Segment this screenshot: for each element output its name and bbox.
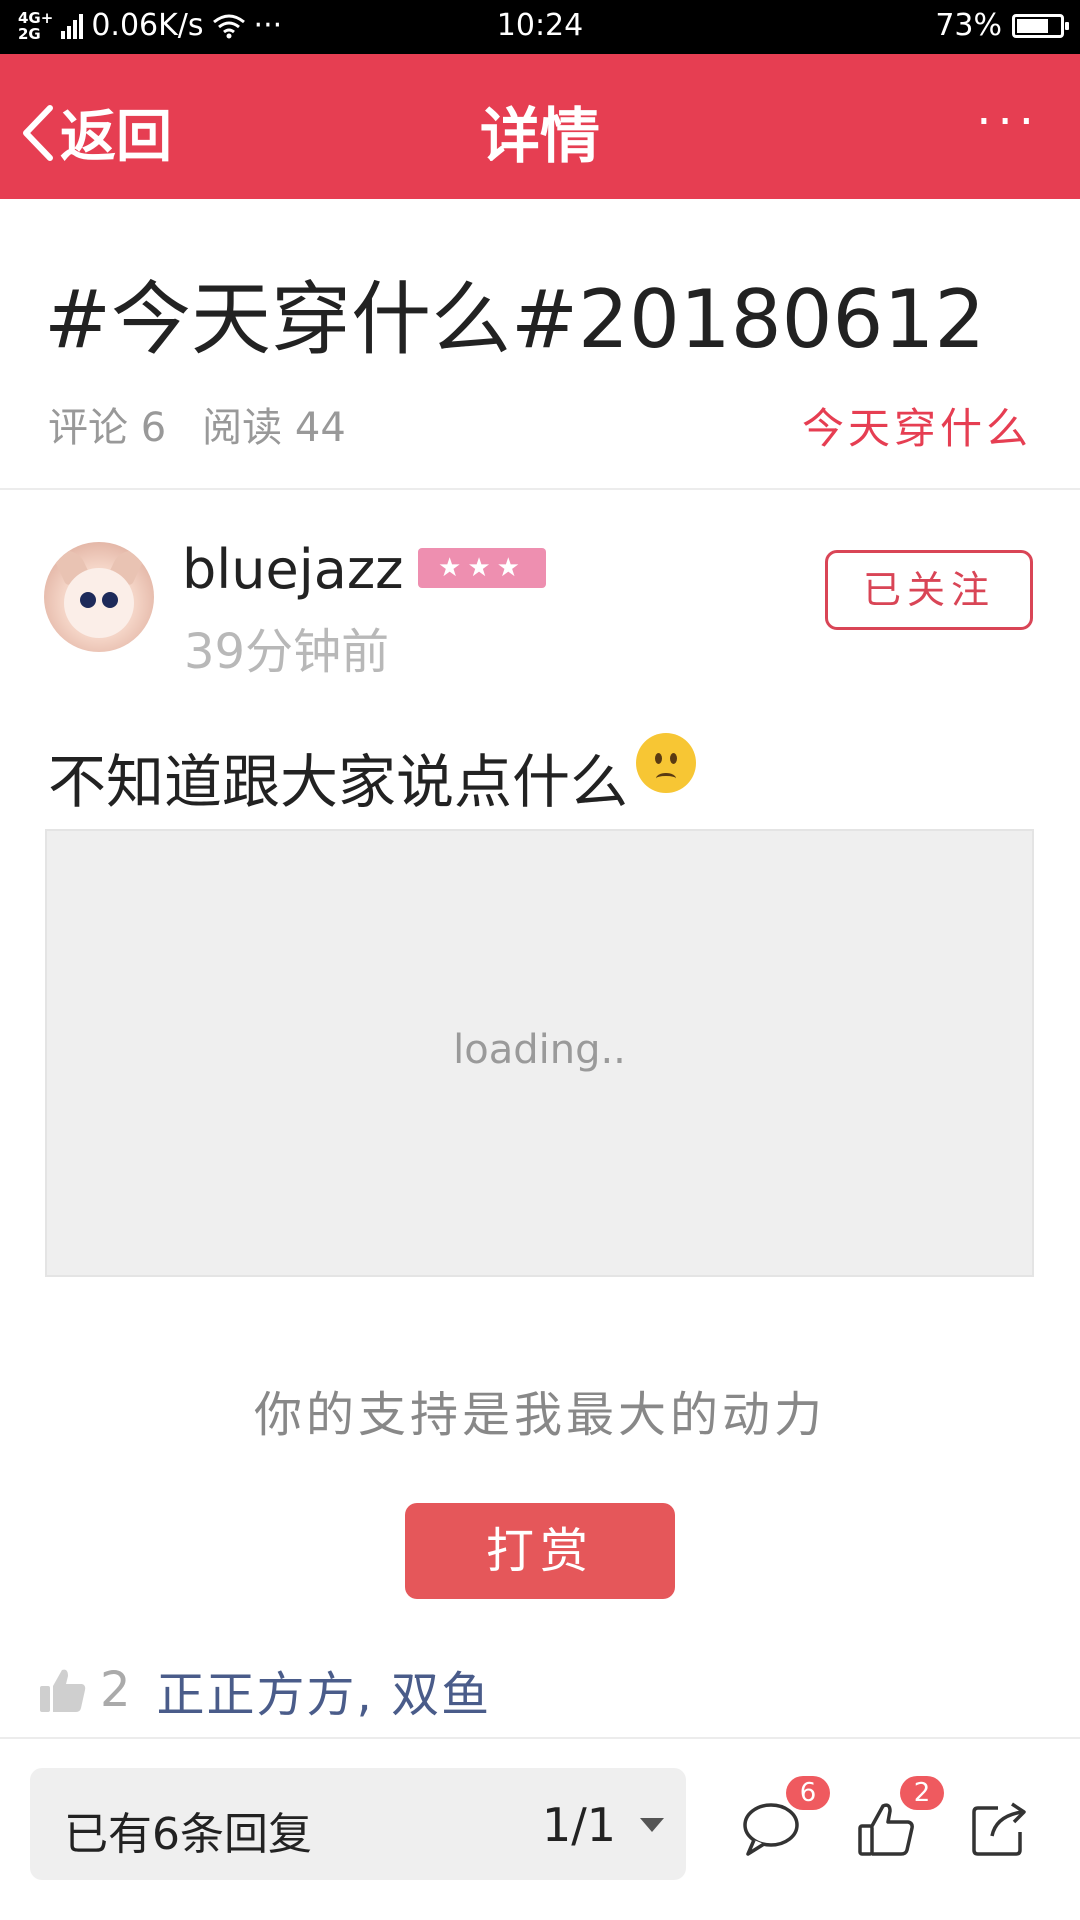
reply-count-text: 已有6条回复 xyxy=(64,1809,312,1860)
comment-icon xyxy=(743,1803,799,1856)
battery-fill xyxy=(1017,18,1048,33)
post-image[interactable]: loading.. xyxy=(45,829,1034,1277)
avatar[interactable] xyxy=(44,542,154,652)
thumbs-up-icon xyxy=(40,1669,86,1712)
support-text: 你的支持是我最大的动力 xyxy=(253,1387,826,1443)
nav-bar: 返回 详情 ··· xyxy=(0,54,1080,199)
like-badge: 2 xyxy=(900,1776,944,1810)
share-button[interactable] xyxy=(968,1798,1030,1860)
reward-button[interactable]: 打赏 xyxy=(405,1503,675,1599)
likes-count: 2 xyxy=(100,1662,131,1718)
level-badge: ★★★ xyxy=(418,548,546,588)
author-name[interactable]: bluejazz xyxy=(182,538,404,601)
divider xyxy=(0,488,1080,490)
post-time: 39分钟前 xyxy=(184,624,390,680)
post-body: 不知道跟大家说点什么 xyxy=(48,733,697,819)
liker-names[interactable]: 正正方方, 双鱼 xyxy=(157,1655,492,1725)
reply-selector[interactable]: 已有6条回复 1/1 xyxy=(30,1768,686,1880)
divider xyxy=(0,1737,1080,1739)
comment-count: 评论 6 xyxy=(48,405,167,451)
likes-row: 2 正正方方, 双鱼 xyxy=(40,1655,491,1725)
comment-badge: 6 xyxy=(786,1776,830,1810)
loading-text: loading.. xyxy=(453,1027,626,1073)
comment-button[interactable]: 6 xyxy=(740,1776,830,1860)
status-bar: 4G+ 2G 0.06K/s ··· 10:24 73% xyxy=(0,0,1080,54)
post-meta: 评论 6 阅读 44 xyxy=(48,395,382,453)
page-indicator: 1/1 xyxy=(541,1798,616,1852)
read-count: 阅读 44 xyxy=(202,405,346,451)
share-icon xyxy=(972,1802,1026,1856)
post-title: #今天穿什么#20180612 xyxy=(44,273,986,366)
worried-face-icon xyxy=(636,733,697,793)
like-button[interactable]: 2 xyxy=(856,1776,944,1860)
battery-percent: 73% xyxy=(935,8,1002,43)
follow-button[interactable]: 已关注 xyxy=(825,550,1033,630)
post-text: 不知道跟大家说点什么 xyxy=(48,748,629,816)
page-title: 详情 xyxy=(480,102,600,172)
topic-link[interactable]: 今天穿什么 xyxy=(802,395,1032,456)
battery-icon xyxy=(1012,13,1069,38)
caret-down-icon xyxy=(640,1818,664,1832)
clock: 10:24 xyxy=(496,8,584,43)
status-right: 73% xyxy=(935,8,1069,43)
more-menu-button[interactable]: ··· xyxy=(976,98,1040,146)
